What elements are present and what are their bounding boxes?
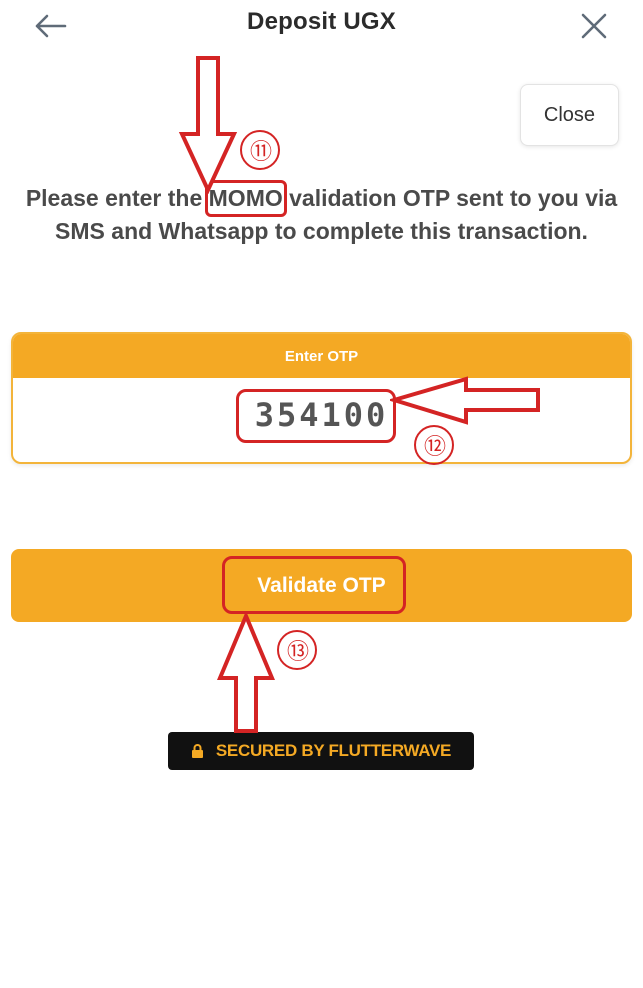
annotation-step-11: ⑪: [240, 130, 280, 170]
annotation-validate-box: [222, 556, 406, 614]
annotation-arrow-up: [216, 612, 276, 733]
annotation-arrow-down: [178, 56, 238, 194]
secured-label: SECURED BY FLUTTERWAVE: [215, 741, 452, 760]
annotation-step-12: ⑫: [414, 425, 454, 465]
secured-by-badge: SECURED BY FLUTTERWAVE: [168, 732, 474, 770]
close-button[interactable]: Close: [520, 84, 619, 146]
instruction-line-1: Please enter the MOMO validation OTP sen…: [0, 180, 643, 217]
instruction-after: validation OTP sent to you via: [282, 185, 618, 211]
instruction-text: Please enter the MOMO validation OTP sen…: [0, 180, 643, 248]
annotation-arrow-left: [390, 376, 540, 425]
page-title: Deposit UGX: [247, 8, 396, 35]
close-x-icon: [581, 13, 607, 39]
annotation-step-13: ⑬: [277, 630, 317, 670]
otp-header: Enter OTP: [13, 334, 630, 378]
dismiss-button[interactable]: [572, 6, 616, 46]
annotation-otp-box: [236, 389, 396, 443]
instruction-line-2: SMS and Whatsapp to complete this transa…: [55, 218, 588, 244]
header-bar: Deposit UGX: [0, 0, 643, 52]
lock-icon: [191, 743, 204, 759]
